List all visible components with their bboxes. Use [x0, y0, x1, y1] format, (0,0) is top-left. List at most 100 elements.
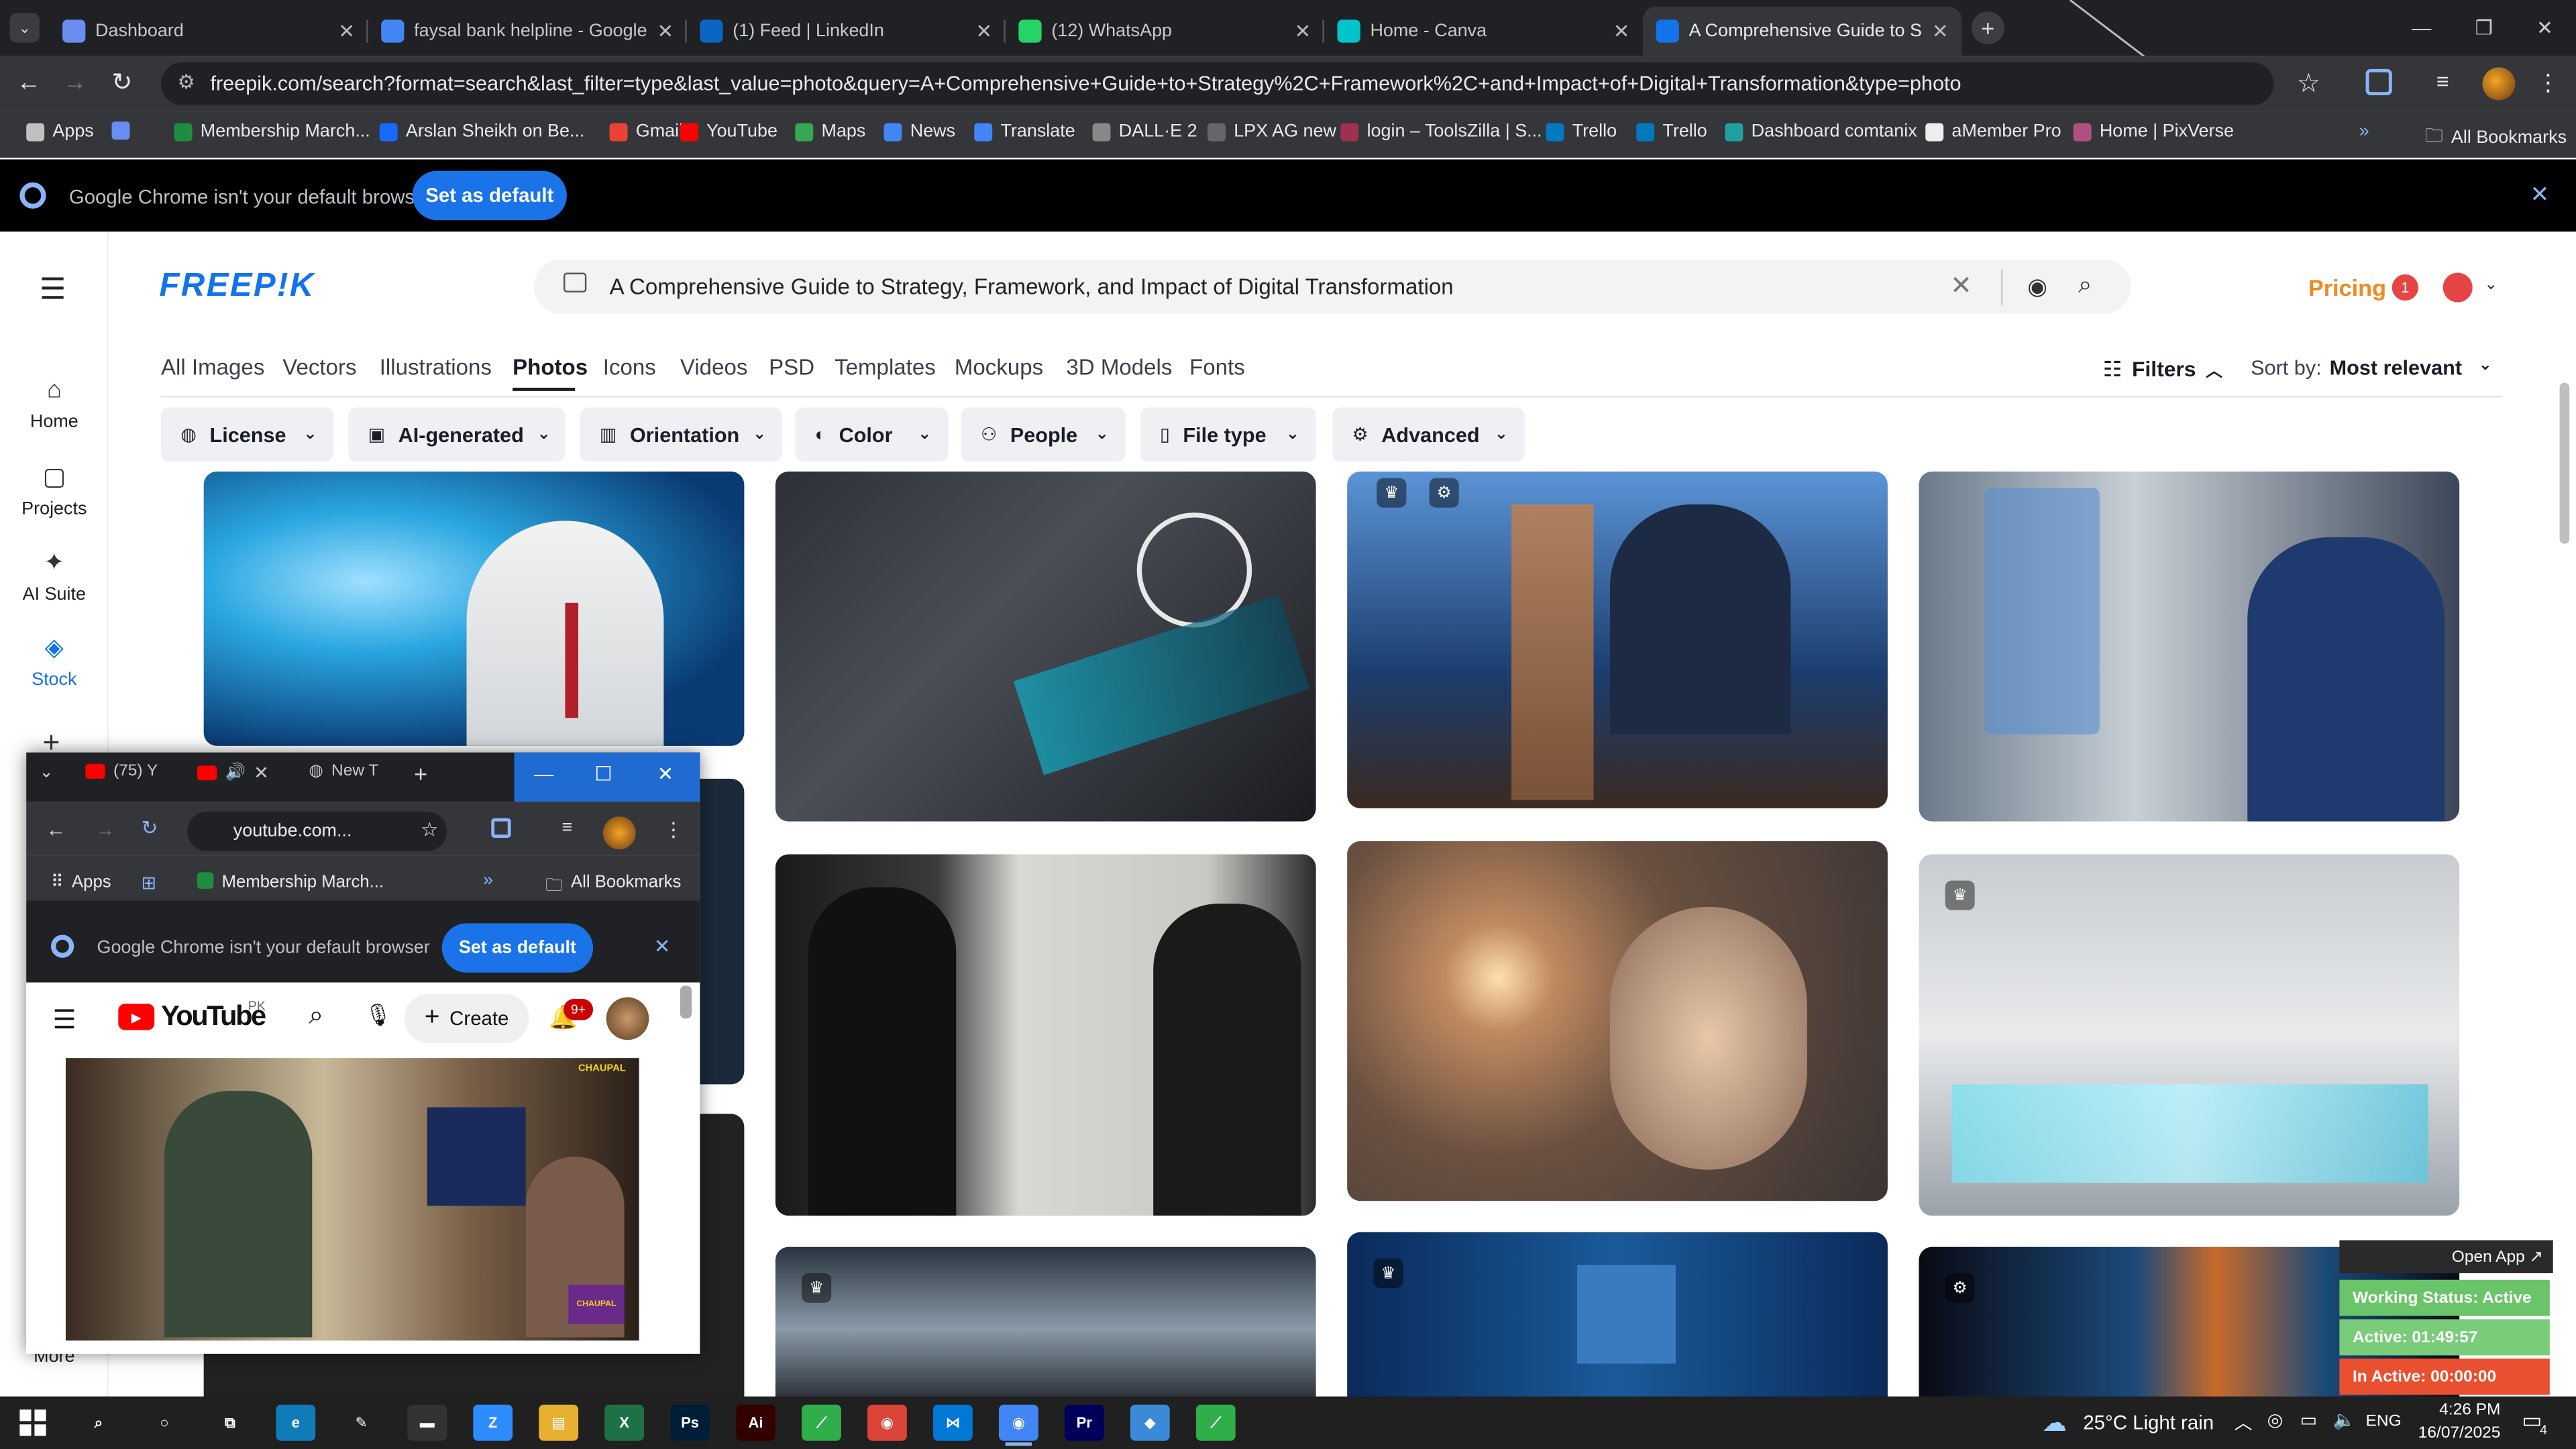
camera-search-icon[interactable]: ◉	[2027, 273, 2047, 301]
hamburger-menu-icon[interactable]: ☰	[52, 1004, 76, 1036]
sort-select[interactable]: Most relevant ⌄	[2330, 356, 2492, 379]
browser-tab[interactable]: (12) WhatsApp ✕	[1006, 7, 1324, 56]
photo-result[interactable]	[775, 854, 1316, 1216]
chrome-icon[interactable]: ◉	[998, 1404, 1038, 1441]
extensions-icon[interactable]	[491, 818, 511, 838]
reading-list-icon[interactable]: ≡	[562, 818, 573, 838]
terminal-icon[interactable]: ▬	[407, 1404, 447, 1441]
photo-result[interactable]	[1919, 471, 2460, 822]
bookmark-item[interactable]: Maps	[795, 121, 865, 142]
task-view-icon[interactable]: ⧉	[210, 1405, 250, 1441]
chrome-menu-icon[interactable]: ⋮	[663, 818, 683, 841]
photo-result[interactable]	[1347, 841, 1888, 1201]
language-indicator[interactable]: ENG	[2366, 1413, 2402, 1431]
new-tab-button[interactable]: +	[414, 761, 427, 787]
yt-avatar[interactable]	[606, 997, 649, 1040]
chrome-menu-icon[interactable]: ⋮	[2536, 69, 2559, 97]
clock-date[interactable]: 16/07/2025	[2402, 1424, 2501, 1442]
hamburger-menu-icon[interactable]: ☰	[40, 273, 66, 307]
profile-avatar[interactable]	[602, 816, 636, 850]
volume-icon[interactable]: 🔈	[2333, 1409, 2356, 1431]
sidebar-item-ai-suite[interactable]: ✦ AI Suite	[0, 547, 109, 604]
browser-tab[interactable]: A Comprehensive Guide to Stra ✕	[1643, 6, 1962, 56]
chrome-icon[interactable]: ◉	[867, 1404, 907, 1441]
premiere-icon[interactable]: Pr	[1064, 1404, 1104, 1441]
popup-scrollbar[interactable]	[680, 985, 692, 1019]
sidebar-item-projects[interactable]: ▢ Projects	[0, 462, 109, 519]
app-icon[interactable]: ⟋	[1195, 1404, 1236, 1441]
tab-all-images[interactable]: All Images	[161, 355, 264, 380]
profile-avatar[interactable]	[2482, 67, 2516, 101]
reload-icon[interactable]: ↻	[112, 67, 133, 97]
site-info-icon[interactable]: ⚙	[177, 70, 195, 93]
bookmark-membership[interactable]: Membership March...	[197, 872, 384, 892]
notification-center-icon[interactable]: ▭	[2522, 1408, 2542, 1434]
close-tab-icon[interactable]: ✕	[338, 19, 355, 42]
bookmark-item[interactable]: Membership March...	[174, 121, 370, 142]
photo-result[interactable]	[775, 471, 1316, 822]
browser-tab[interactable]: Home - Canva ✕	[1324, 7, 1643, 56]
bookmark-item[interactable]: login – ToolsZilla | S...	[1340, 121, 1542, 142]
sidebar-item-home[interactable]: ⌂ Home	[0, 376, 109, 432]
close-tab-icon[interactable]: ✕	[1295, 19, 1311, 42]
bookmark-item[interactable]: Arslan Sheikh on Be...	[379, 121, 584, 142]
video-player[interactable]: CHAUPAL CHAUPAL	[65, 1058, 639, 1341]
set-default-button[interactable]: Set as default	[412, 170, 567, 221]
browser-tab[interactable]: faysal bank helpline - Google S ✕	[368, 7, 687, 56]
all-bookmarks[interactable]: 🗀 All Bookmarks	[545, 872, 681, 902]
maximize-button[interactable]: ☐	[595, 762, 612, 785]
edge-icon[interactable]: e	[276, 1404, 316, 1441]
create-button[interactable]: + Create	[404, 994, 529, 1044]
minimize-button[interactable]: —	[534, 762, 553, 785]
popup-tab[interactable]: 🔊 ✕	[197, 762, 269, 784]
back-icon[interactable]: ←	[46, 818, 66, 841]
excel-icon[interactable]: X	[604, 1404, 645, 1441]
weather-text[interactable]: 25°C Light rain	[2083, 1411, 2214, 1434]
bookmarks-overflow-icon[interactable]: »	[483, 871, 493, 890]
address-bar[interactable]: ⚙ freepik.com/search?format=search&last_…	[161, 62, 2274, 105]
bookmark-star-icon[interactable]: ☆	[2297, 67, 2320, 100]
close-infobar-icon[interactable]: ✕	[2530, 180, 2549, 209]
photo-result[interactable]	[203, 471, 745, 746]
bookmark-star-icon[interactable]: ☆	[421, 818, 438, 841]
close-window-button[interactable]: ✕	[657, 762, 674, 785]
weather-icon[interactable]: ☁	[2042, 1408, 2067, 1438]
filter-chip-color[interactable]: ◐ Color ⌄	[795, 407, 949, 462]
filter-chip-ai-generated[interactable]: ▣ AI-generated ⌄	[348, 407, 566, 462]
close-tab-icon[interactable]: ✕	[1932, 19, 1949, 42]
app-icon[interactable]: ◆	[1130, 1404, 1170, 1441]
back-icon[interactable]: ←	[16, 69, 41, 97]
app-icon[interactable]: ⟋	[802, 1404, 841, 1441]
tab-illustrations[interactable]: Illustrations	[380, 355, 492, 380]
tab-videos[interactable]: Videos	[680, 355, 748, 380]
bookmark-item[interactable]: YouTube	[680, 121, 777, 142]
tab-photos[interactable]: Photos	[513, 355, 588, 380]
clear-search-icon[interactable]: ✕	[1950, 270, 1972, 303]
filter-chip-people[interactable]: ⚇ People ⌄	[961, 407, 1126, 462]
tab-templates[interactable]: Templates	[835, 355, 936, 380]
user-avatar[interactable]	[2443, 272, 2473, 303]
image-type-icon[interactable]	[564, 272, 587, 292]
bookmark-item[interactable]: Translate	[974, 121, 1075, 142]
filters-toggle[interactable]: ☷ Filters ︿	[2103, 356, 2222, 382]
close-tab-icon[interactable]: ✕	[1613, 19, 1630, 42]
photo-result[interactable]: ♛	[1347, 1232, 1888, 1413]
search-icon[interactable]: ⌕	[79, 1405, 119, 1441]
tab-search-icon[interactable]: ⌄	[40, 764, 54, 782]
tab-icons[interactable]: Icons	[603, 355, 656, 380]
photo-result[interactable]: ♛	[1919, 854, 2460, 1216]
tab-3d-models[interactable]: 3D Models	[1066, 355, 1172, 380]
close-infobar-icon[interactable]: ✕	[654, 934, 671, 957]
tab-mockups[interactable]: Mockups	[955, 355, 1043, 380]
microphone-icon[interactable]: 🎙	[365, 1002, 392, 1028]
illustrator-icon[interactable]: Ai	[736, 1404, 775, 1441]
network-icon[interactable]: ▭	[2300, 1409, 2317, 1431]
bookmark-item[interactable]: Home | PixVerse	[2073, 121, 2234, 142]
browser-tab[interactable]: (1) Feed | LinkedIn ✕	[687, 7, 1006, 56]
forward-icon[interactable]: →	[62, 69, 87, 97]
popup-tab[interactable]: (75) Y	[85, 762, 158, 780]
bookmark-item[interactable]: Apps	[26, 121, 94, 142]
all-bookmarks[interactable]: 🗀 All Bookmarks	[2425, 121, 2567, 153]
bookmark-item[interactable]: DALL·E 2	[1092, 121, 1197, 142]
search-icon[interactable]: ⌕	[309, 1002, 323, 1032]
